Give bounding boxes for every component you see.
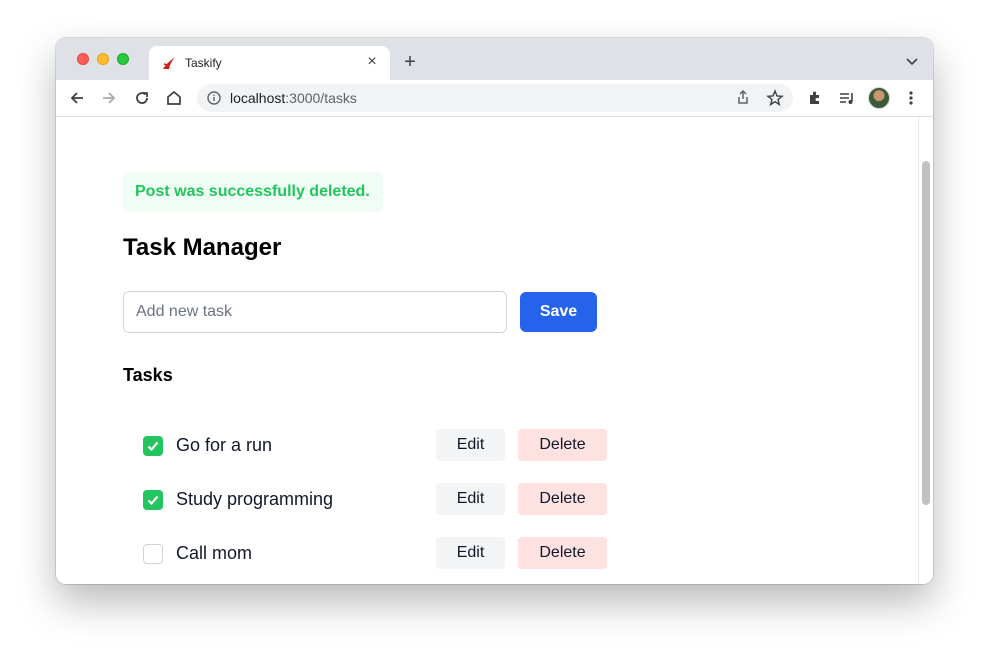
home-icon[interactable]: [164, 88, 184, 108]
taskify-logo-icon: [163, 57, 175, 69]
address-bar[interactable]: localhost:3000/tasks: [197, 84, 793, 112]
media-queue-icon[interactable]: [837, 88, 857, 108]
save-button[interactable]: Save: [520, 292, 597, 332]
extensions-icon[interactable]: [805, 88, 825, 108]
tasks-heading: Tasks: [123, 365, 173, 385]
minimize-window-button[interactable]: [97, 53, 109, 65]
chevron-down-icon[interactable]: [905, 54, 919, 68]
page-viewport: Post was successfully deleted. Task Mana…: [56, 117, 933, 584]
browser-toolbar: localhost:3000/tasks: [56, 80, 933, 117]
edit-button[interactable]: Edit: [436, 483, 505, 515]
checkmark-icon: [147, 495, 159, 506]
scrollbar-thumb[interactable]: [922, 161, 930, 505]
tab-strip: Taskify × +: [56, 38, 933, 80]
more-vertical-icon[interactable]: [901, 88, 921, 108]
task-row: Go for a run Edit Delete: [123, 429, 623, 461]
task-row: Study programming Edit Delete: [123, 483, 623, 515]
tab-title: Taskify: [185, 56, 222, 70]
vertical-scrollbar[interactable]: [918, 117, 933, 584]
close-window-button[interactable]: [77, 53, 89, 65]
new-tab-icon[interactable]: +: [400, 52, 420, 72]
browser-window: Taskify × + localhost:3000/tasks Post wa…: [56, 38, 933, 584]
reload-icon[interactable]: [132, 88, 152, 108]
task-checkbox[interactable]: [143, 436, 163, 456]
task-label: Study programming: [176, 489, 334, 509]
page-title: Task Manager: [123, 234, 282, 261]
new-task-input[interactable]: [123, 291, 507, 333]
delete-button[interactable]: Delete: [518, 537, 607, 569]
task-label: Call mom: [176, 543, 253, 563]
bookmark-star-icon[interactable]: [765, 88, 785, 108]
info-icon[interactable]: [206, 90, 222, 106]
delete-button[interactable]: Delete: [518, 429, 607, 461]
back-arrow-icon[interactable]: [67, 88, 87, 108]
maximize-window-button[interactable]: [117, 53, 129, 65]
flash-notice: Post was successfully deleted.: [123, 172, 383, 212]
share-icon[interactable]: [733, 88, 753, 108]
edit-button[interactable]: Edit: [436, 537, 505, 569]
edit-button[interactable]: Edit: [436, 429, 505, 461]
profile-avatar[interactable]: [868, 87, 890, 109]
task-checkbox[interactable]: [143, 544, 163, 564]
task-checkbox[interactable]: [143, 490, 163, 510]
task-row: Call mom Edit Delete: [123, 537, 623, 569]
tab-taskify[interactable]: Taskify ×: [149, 46, 390, 80]
close-tab-icon[interactable]: ×: [364, 54, 380, 70]
forward-arrow-icon[interactable]: [99, 88, 119, 108]
task-label: Go for a run: [176, 435, 273, 455]
checkmark-icon: [147, 441, 159, 452]
delete-button[interactable]: Delete: [518, 483, 607, 515]
url-text: localhost:3000/tasks: [230, 90, 357, 106]
